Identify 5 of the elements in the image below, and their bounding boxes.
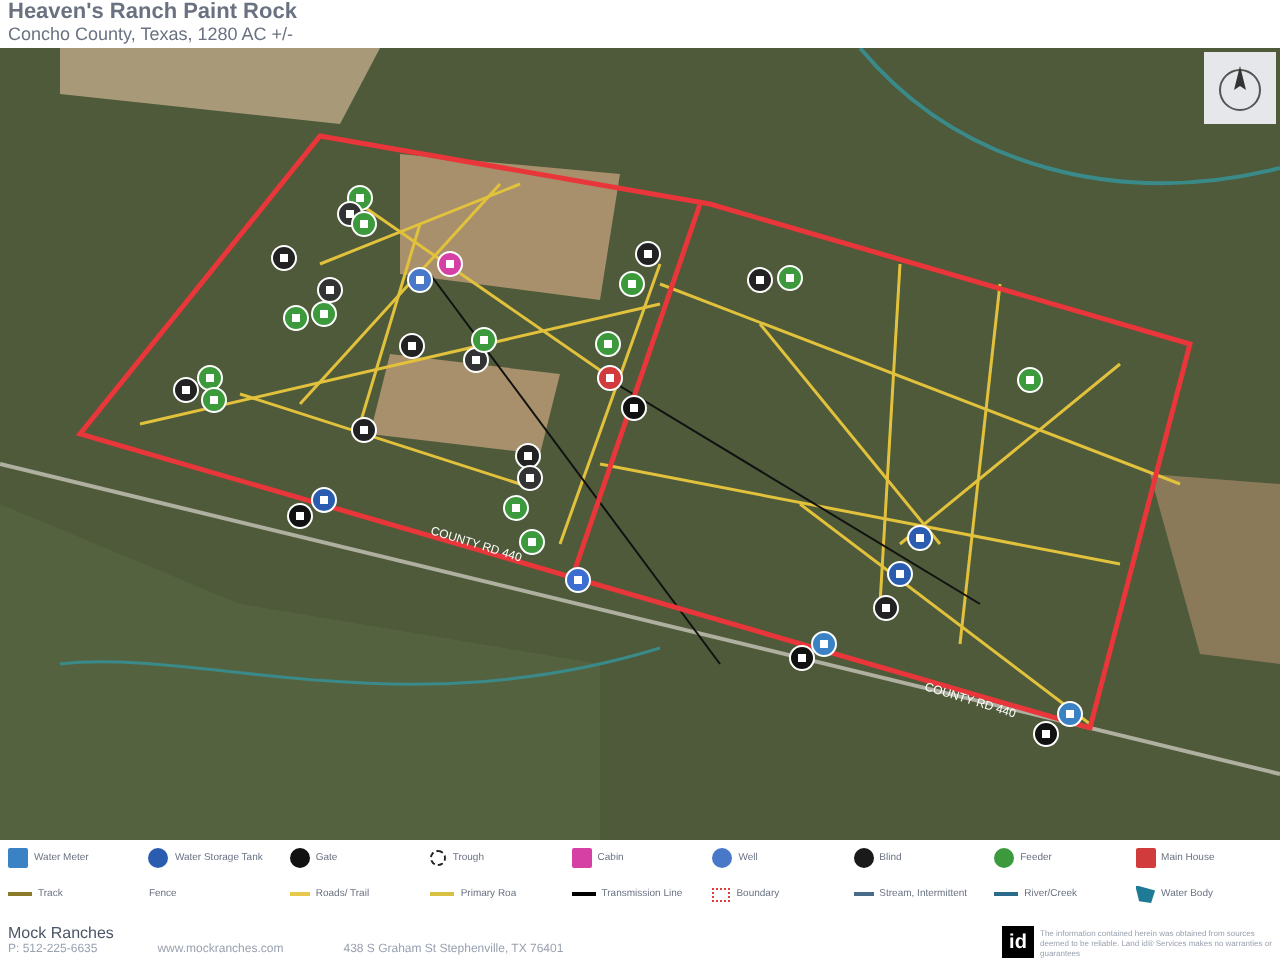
logo-icon: id <box>1002 926 1034 958</box>
map-title: Heaven's Ranch Paint Rock <box>8 0 299 24</box>
company-name: Mock Ranches <box>8 924 116 942</box>
map-subtitle: Concho County, Texas, 1280 AC +/- <box>8 24 296 46</box>
compass-icon <box>1204 52 1276 124</box>
